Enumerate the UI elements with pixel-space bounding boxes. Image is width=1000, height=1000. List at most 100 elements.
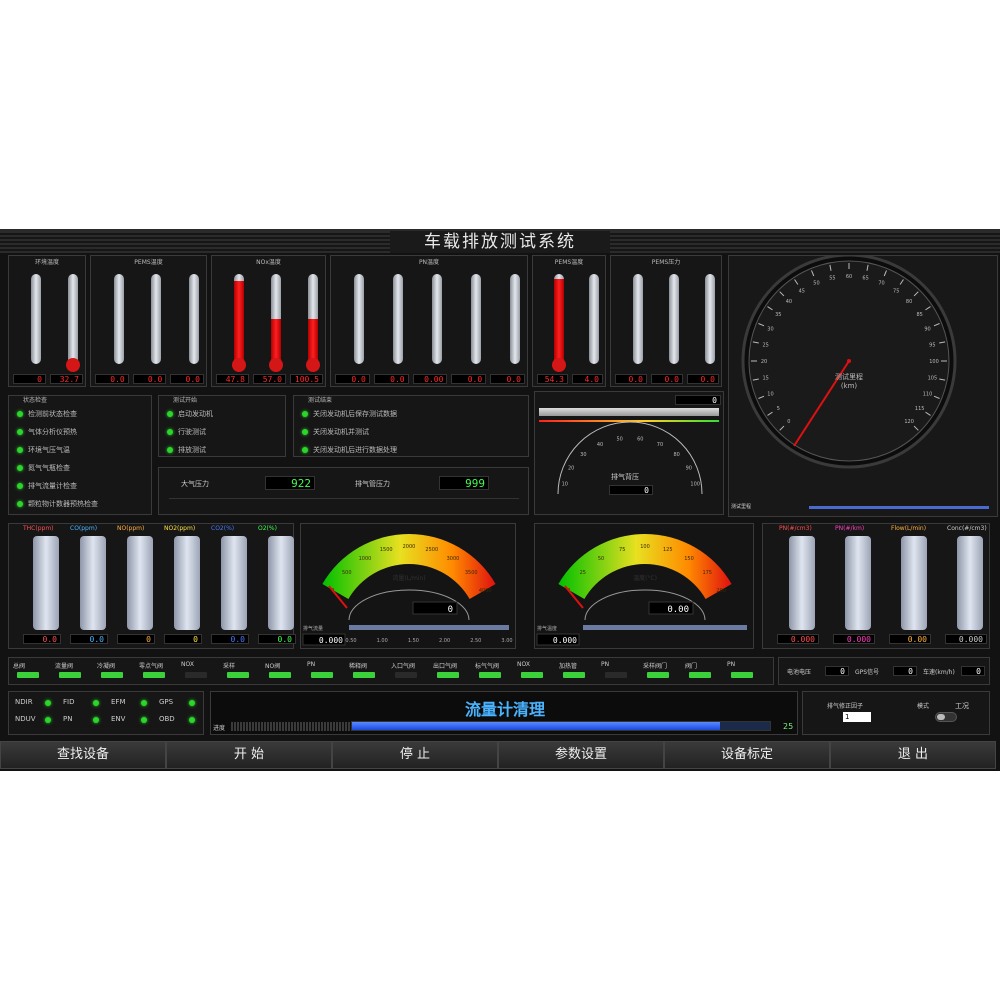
- action-button[interactable]: 停 止: [332, 741, 498, 769]
- valve-indicator[interactable]: [605, 672, 627, 678]
- action-button[interactable]: 退 出: [830, 741, 996, 769]
- thermo-readout: 54.3: [537, 374, 568, 384]
- valve-indicator[interactable]: [395, 672, 417, 678]
- valve-label: 出口气阀: [433, 663, 458, 670]
- valve-label: PN: [727, 661, 736, 668]
- vehicle-status-label: 车速(km/h): [923, 669, 955, 676]
- valve-indicator[interactable]: [227, 672, 249, 678]
- flow-arc-gauge: 0 500 1000 1500 2000 2500 3000 3500 4000 流量(L/min…: [302, 534, 513, 646]
- check-item-label: 关闭发动机后保存测试数据: [313, 410, 397, 418]
- speedo-tick-label: 105: [928, 376, 938, 382]
- arc-sub-label: 排气温度: [537, 625, 557, 632]
- arc-scale-label: 1.00: [377, 638, 388, 644]
- valve-indicator[interactable]: [101, 672, 123, 678]
- thermometer-tube: [271, 274, 282, 364]
- valve-indicator[interactable]: [521, 672, 543, 678]
- status-led-icon: [302, 429, 308, 435]
- speedo-tick-label: 65: [862, 276, 868, 282]
- valve-indicator[interactable]: [563, 672, 585, 678]
- thermo-readout: 0.0: [335, 374, 370, 384]
- speedo-center-label: 测试里程: [835, 372, 863, 381]
- valve-indicator[interactable]: [311, 672, 333, 678]
- thermo-group-title: NOx温度: [256, 259, 281, 266]
- mode-control-panel: 排气修正因子 1 模式 工况: [802, 691, 990, 735]
- valve-indicator[interactable]: [437, 672, 459, 678]
- mode-toggle[interactable]: [935, 712, 957, 722]
- speedo-tick-label: 75: [893, 288, 899, 294]
- thermometer-tube: [554, 274, 565, 364]
- valve-indicator[interactable]: [17, 672, 39, 678]
- speedo-tick-label: 100: [929, 359, 939, 365]
- thermometer-tube: [632, 274, 643, 364]
- particle-panel: PN(#/cm3) 0.000 PN(#/km) 0.000 Flow(L/min) 0.…: [762, 523, 990, 649]
- device-label: EFM: [111, 698, 126, 706]
- check-item-label: 启动发动机: [178, 410, 213, 418]
- status-led-icon: [167, 411, 173, 417]
- device-status-panel: NDIR FID EFM GPS NDUV PN ENV OBD: [8, 691, 204, 735]
- speedo-tick-label: 115: [915, 406, 925, 412]
- factor-input[interactable]: 1: [843, 712, 871, 722]
- back-pressure-panel: 0 10 20 30 40 50 60 70 80 90 100 排气背压 0: [534, 391, 724, 515]
- valve-indicator[interactable]: [479, 672, 501, 678]
- thermo-readout: 0.0: [170, 374, 204, 384]
- action-button[interactable]: 开 始: [166, 741, 332, 769]
- pressure-divider: [169, 498, 519, 499]
- status-led-icon: [17, 429, 23, 435]
- speedometer-panel: 0 5 10 15 20 25 30 35 40 45 50 55 60 65 70 75 80 85 90 95 10…: [728, 253, 998, 517]
- thermometer-bulb: [232, 358, 247, 372]
- valve-indicator[interactable]: [143, 672, 165, 678]
- valve-indicator[interactable]: [647, 672, 669, 678]
- arc-tick-label: 1000: [359, 556, 372, 562]
- action-button[interactable]: 参数设置: [498, 741, 664, 769]
- arc-scale-label: 2.50: [470, 638, 481, 644]
- valve-indicator[interactable]: [353, 672, 375, 678]
- status-led-icon: [17, 483, 23, 489]
- device-label: NDIR: [15, 698, 33, 706]
- status-check-panel: 状态检查 检测前状态检查 气体分析仪预热 环境气压气温 氮气气瓶检查 排气流量计检查 颗粒…: [8, 395, 152, 515]
- thermometer-tube: [308, 274, 319, 364]
- back-pressure-label: 排气背压: [611, 473, 639, 481]
- small-gauge-tick-label: 100: [690, 482, 700, 488]
- valve-indicator[interactable]: [731, 672, 753, 678]
- thermo-group: PEMS温度 54.3 4.0: [532, 255, 606, 387]
- thermometer-tube: [704, 274, 715, 364]
- check-item: 排气流量计检查: [17, 480, 77, 492]
- exhaust-pressure-value: 999: [439, 476, 489, 490]
- device-led-icon: [141, 717, 147, 723]
- pn-readout: 0.000: [833, 634, 875, 644]
- thermometer-bulb: [269, 358, 284, 372]
- check-item: 关闭发动机并测试: [302, 426, 369, 438]
- speedo-tick-label: 80: [906, 299, 912, 305]
- gas-bar: [174, 536, 200, 630]
- speedo-tick-label: 90: [924, 326, 930, 332]
- status-led-icon: [17, 465, 23, 471]
- valve-indicator[interactable]: [185, 672, 207, 678]
- valve-label: 稀释阀: [349, 663, 368, 670]
- arc-tick-label: 3000: [447, 556, 460, 562]
- thermo-readout: 0.0: [615, 374, 647, 384]
- gas-channel-label: NO2(ppm): [164, 525, 196, 532]
- small-gauge-tick-label: 10: [562, 482, 568, 488]
- check-item-label: 关闭发动机后进行数据处理: [313, 446, 397, 454]
- thermo-readout: 0.0: [95, 374, 129, 384]
- vehicle-status-value: 0: [825, 666, 849, 676]
- thermometer-tube: [668, 274, 679, 364]
- pn-channel-label: Flow(L/min): [891, 525, 927, 532]
- thermo-readout: 0: [13, 374, 46, 384]
- thermo-readout: 0.0: [651, 374, 683, 384]
- status-panel-title: 状态检查: [23, 397, 48, 404]
- valve-indicator[interactable]: [689, 672, 711, 678]
- test-panel-title: 测试开始: [173, 397, 198, 404]
- thermometer-tube: [151, 274, 162, 364]
- gas-bar: [268, 536, 294, 630]
- speedo-tick-label: 55: [829, 276, 835, 282]
- action-button[interactable]: 设备标定: [664, 741, 830, 769]
- thermo-readout: 57.0: [253, 374, 286, 384]
- arc-value: 0: [448, 605, 453, 615]
- action-button[interactable]: 查找设备: [0, 741, 166, 769]
- valve-indicator[interactable]: [59, 672, 81, 678]
- valve-indicator[interactable]: [269, 672, 291, 678]
- thermometer-tube: [509, 274, 520, 364]
- arc-scale-label: 2.00: [439, 638, 450, 644]
- thermometer-tube: [31, 274, 42, 364]
